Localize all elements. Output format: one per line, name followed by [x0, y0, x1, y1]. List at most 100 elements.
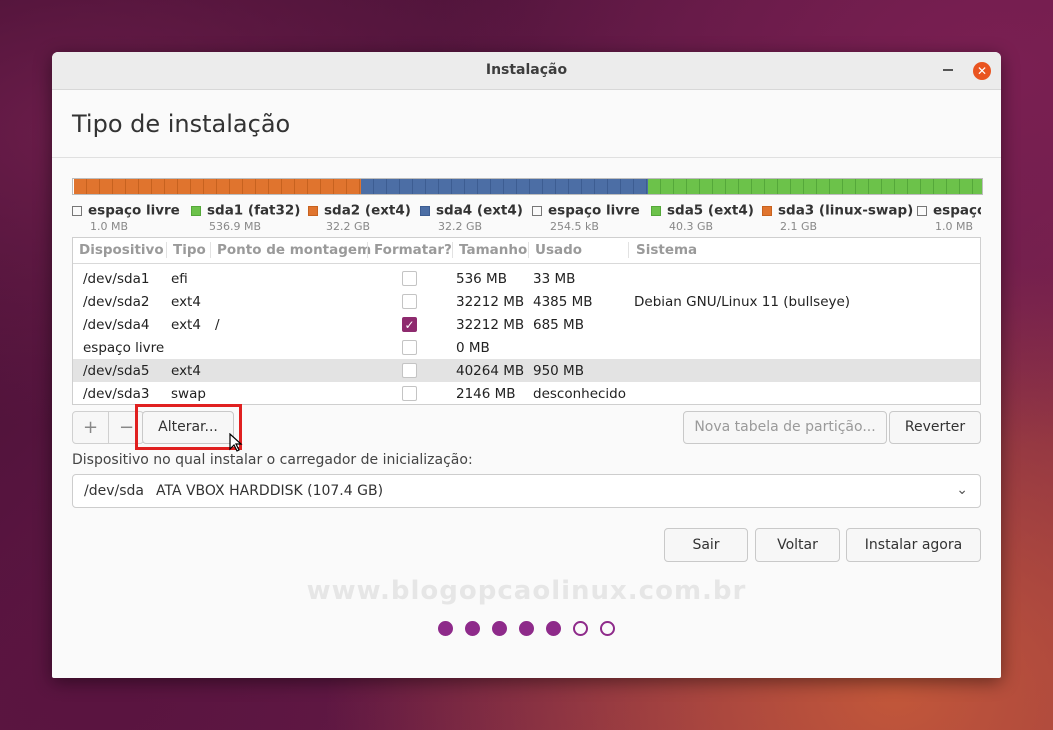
add-partition-button[interactable]: +	[73, 412, 108, 443]
window-title: Instalação	[485, 62, 568, 78]
progress-dot-complete	[546, 621, 561, 636]
legend-size: 536.9 MB	[209, 220, 262, 232]
install-now-button[interactable]: Instalar agora	[846, 528, 981, 562]
legend-name: espaço livre	[88, 202, 180, 219]
progress-dot-complete	[438, 621, 453, 636]
cell-used: desconhecido	[533, 386, 627, 402]
legend-swatch	[917, 205, 927, 216]
legend-swatch	[72, 205, 82, 216]
legend-name: sda3 (linux-swap)	[778, 202, 914, 219]
col-header-device[interactable]: Dispositivo	[79, 242, 164, 258]
legend-size: 1.0 MB	[935, 220, 974, 232]
legend-item: sda1 (fat32) 536.9 MB	[191, 200, 300, 232]
minimize-button[interactable]	[943, 69, 953, 71]
legend-item: espaço 1.0 MB	[917, 200, 981, 232]
cell-used: 950 MB	[533, 363, 584, 379]
table-row[interactable]: /dev/sda4 ext4 / ✓ 32212 MB 685 MB	[73, 313, 980, 336]
format-checkbox[interactable]	[402, 294, 417, 309]
col-header-system[interactable]: Sistema	[636, 242, 697, 258]
format-checkbox[interactable]	[402, 271, 417, 286]
boot-device-description: ATA VBOX HARDDISK (107.4 GB)	[156, 483, 384, 499]
progress-dot-pending	[600, 621, 615, 636]
col-header-format[interactable]: Formatar?	[374, 242, 452, 258]
quit-button[interactable]: Sair	[664, 528, 748, 562]
cell-size: 32212 MB	[456, 317, 525, 333]
new-partition-table-button[interactable]: Nova tabela de partição...	[683, 411, 887, 444]
checkmark-icon: ✓	[404, 318, 415, 332]
close-button[interactable]: ✕	[973, 62, 991, 80]
legend-size: 40.3 GB	[669, 220, 714, 232]
format-checkbox[interactable]	[402, 363, 417, 378]
partition-table: Dispositivo Tipo Ponto de montagem Forma…	[72, 237, 981, 405]
legend-swatch	[191, 205, 201, 216]
legend-item: espaço livre 1.0 MB	[72, 200, 180, 232]
col-header-size[interactable]: Tamanho	[459, 242, 527, 258]
format-checkbox-checked[interactable]: ✓	[402, 317, 417, 332]
partbar-sda5	[648, 179, 982, 194]
partition-bar	[72, 178, 983, 195]
legend-swatch	[762, 205, 772, 216]
revert-button[interactable]: Reverter	[889, 411, 981, 444]
legend-size: 254.5 kB	[550, 220, 599, 232]
cell-device: /dev/sda4	[83, 317, 150, 333]
legend-swatch	[651, 205, 661, 216]
legend-name: sda1 (fat32)	[207, 202, 301, 219]
back-button[interactable]: Voltar	[755, 528, 840, 562]
legend-name: sda2 (ext4)	[324, 202, 411, 219]
cell-type: ext4	[171, 317, 201, 333]
column-divider	[210, 242, 211, 258]
legend-swatch	[420, 205, 430, 216]
cell-device: /dev/sda1	[83, 271, 150, 287]
format-checkbox[interactable]	[402, 340, 417, 355]
cell-size: 32212 MB	[456, 294, 525, 310]
legend-item: sda4 (ext4) 32.2 GB	[420, 200, 523, 232]
col-header-used[interactable]: Usado	[535, 242, 582, 258]
column-divider	[166, 242, 167, 258]
highlight-box	[135, 404, 242, 450]
legend-item: sda2 (ext4) 32.2 GB	[308, 200, 411, 232]
cell-type: efi	[171, 271, 188, 287]
column-divider	[452, 242, 453, 258]
cell-device: /dev/sda3	[83, 386, 150, 402]
cell-type: ext4	[171, 294, 201, 310]
column-divider	[528, 242, 529, 258]
col-header-mount[interactable]: Ponto de montagem	[217, 242, 371, 258]
table-row[interactable]: espaço livre 0 MB	[73, 336, 980, 359]
table-row[interactable]: /dev/sda3 swap 2146 MB desconhecido	[73, 382, 980, 404]
cell-system: Debian GNU/Linux 11 (bullseye)	[634, 294, 851, 310]
progress-dot-pending	[573, 621, 588, 636]
progress-dot-complete	[519, 621, 534, 636]
legend-size: 2.1 GB	[780, 220, 818, 232]
cell-used: 4385 MB	[533, 294, 593, 310]
partbar-sda4	[361, 179, 648, 194]
title-bar: Instalação ✕	[52, 52, 1001, 90]
partbar-sda2	[74, 179, 361, 194]
cell-size: 0 MB	[456, 340, 490, 356]
legend-name: sda5 (ext4)	[667, 202, 754, 219]
legend-size: 32.2 GB	[326, 220, 371, 232]
cell-used: 685 MB	[533, 317, 584, 333]
legend-item: sda3 (linux-swap) 2.1 GB	[762, 200, 913, 232]
cell-size: 40264 MB	[456, 363, 525, 379]
legend-size: 32.2 GB	[438, 220, 483, 232]
format-checkbox[interactable]	[402, 386, 417, 401]
mouse-cursor-icon	[229, 433, 243, 452]
cell-device: /dev/sda2	[83, 294, 150, 310]
cell-type: swap	[171, 386, 206, 402]
cell-type: ext4	[171, 363, 201, 379]
table-row-selected[interactable]: /dev/sda5 ext4 40264 MB 950 MB	[73, 359, 980, 382]
cell-device: /dev/sda5	[83, 363, 150, 379]
cell-size: 2146 MB	[456, 386, 516, 402]
progress-dot-complete	[492, 621, 507, 636]
cell-size: 536 MB	[456, 271, 507, 287]
legend-item: espaço livre 254.5 kB	[532, 200, 640, 232]
table-row[interactable]: /dev/sda2 ext4 32212 MB 4385 MB Debian G…	[73, 290, 980, 313]
legend-name: espaço	[933, 202, 981, 219]
legend-name: espaço livre	[548, 202, 640, 219]
page-title: Tipo de instalação	[72, 110, 291, 138]
chevron-down-icon: ⌄	[956, 482, 968, 498]
table-row[interactable]: /dev/sda1 efi 536 MB 33 MB	[73, 267, 980, 290]
col-header-type[interactable]: Tipo	[173, 242, 206, 258]
cell-device: espaço livre	[83, 340, 165, 356]
bootloader-device-select[interactable]: /dev/sda ATA VBOX HARDDISK (107.4 GB) ⌄	[72, 474, 981, 508]
